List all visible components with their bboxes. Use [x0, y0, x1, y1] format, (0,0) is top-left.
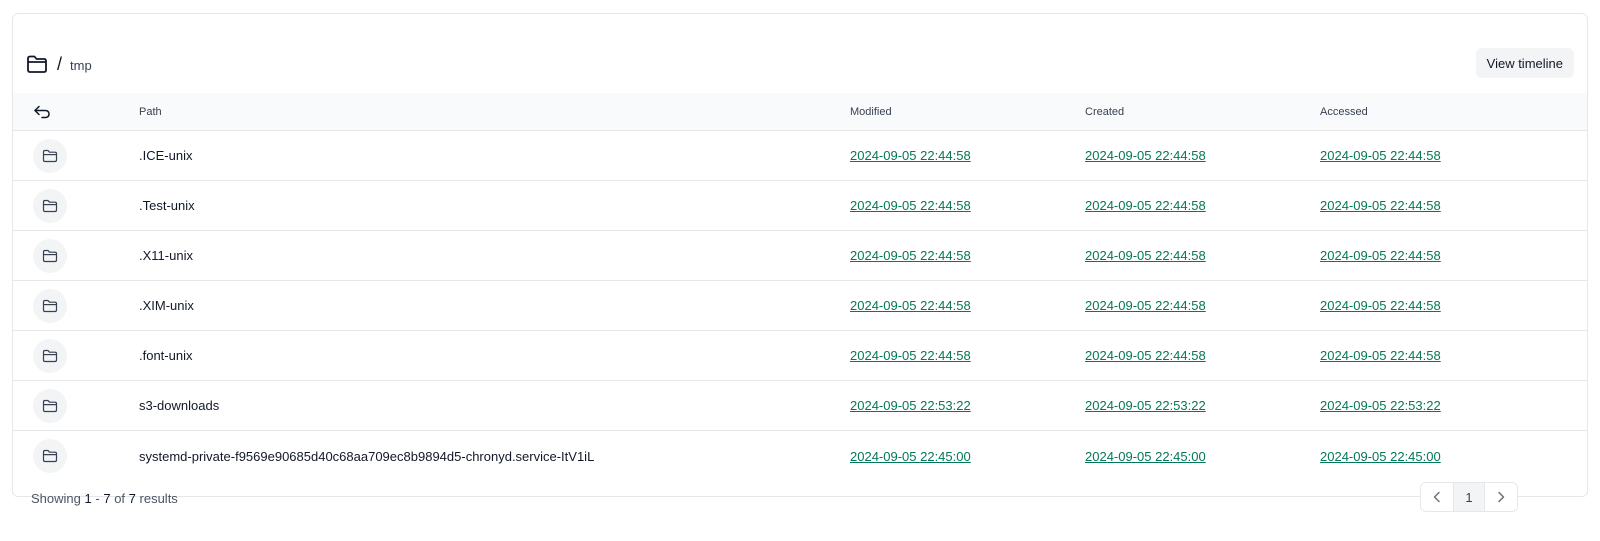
chevron-left-icon: [1433, 491, 1440, 503]
range-start: 1: [84, 491, 92, 506]
view-timeline-button[interactable]: View timeline: [1475, 48, 1574, 78]
file-browser-card: / tmp View timeline Path Modified Create…: [12, 13, 1588, 497]
row-path-link[interactable]: .X11-unix: [139, 248, 193, 263]
back-arrow-icon[interactable]: [33, 105, 51, 119]
row-path-link[interactable]: .ICE-unix: [139, 148, 192, 163]
row-accessed-link[interactable]: 2024-09-05 22:44:58: [1320, 248, 1441, 263]
row-created-link[interactable]: 2024-09-05 22:53:22: [1085, 398, 1206, 413]
breadcrumb: / tmp: [26, 53, 92, 75]
table-row[interactable]: .XIM-unix 2024-09-05 22:44:58 2024-09-05 2…: [13, 281, 1587, 331]
row-icon-cell: [33, 431, 93, 481]
row-modified-link[interactable]: 2024-09-05 22:44:58: [850, 348, 971, 363]
row-icon-cell: [33, 231, 93, 280]
row-modified-link[interactable]: 2024-09-05 22:45:00: [850, 449, 971, 464]
browser-header: / tmp View timeline: [13, 14, 1587, 96]
previous-page-button[interactable]: [1421, 483, 1453, 511]
total-count: 7: [128, 491, 136, 506]
row-icon-cell: [33, 331, 93, 380]
breadcrumb-segment-tmp[interactable]: tmp: [70, 58, 92, 73]
row-icon-cell: [33, 281, 93, 330]
table-row[interactable]: .Test-unix 2024-09-05 22:44:58 2024-09-05 …: [13, 181, 1587, 231]
row-accessed-link[interactable]: 2024-09-05 22:44:58: [1320, 198, 1441, 213]
row-created-link[interactable]: 2024-09-05 22:44:58: [1085, 198, 1206, 213]
column-header-accessed[interactable]: Accessed: [1320, 93, 1368, 130]
folder-icon[interactable]: [33, 439, 67, 473]
row-created-link[interactable]: 2024-09-05 22:44:58: [1085, 298, 1206, 313]
table-row[interactable]: .X11-unix 2024-09-05 22:44:58 2024-09-05 2…: [13, 231, 1587, 281]
page-button-current[interactable]: 1: [1453, 483, 1485, 511]
table-header: Path Modified Created Accessed: [13, 93, 1587, 131]
row-path-link[interactable]: .font-unix: [139, 348, 192, 363]
row-accessed-link[interactable]: 2024-09-05 22:44:58: [1320, 348, 1441, 363]
pagination: 1: [1420, 482, 1518, 512]
table-row[interactable]: s3-downloads 2024-09-05 22:53:22 2024-09-0…: [13, 381, 1587, 431]
row-created-link[interactable]: 2024-09-05 22:44:58: [1085, 148, 1206, 163]
row-path-link[interactable]: s3-downloads: [139, 398, 219, 413]
row-accessed-link[interactable]: 2024-09-05 22:44:58: [1320, 298, 1441, 313]
results-summary: Showing 1 - 7 of 7 results: [31, 491, 178, 506]
row-accessed-link[interactable]: 2024-09-05 22:44:58: [1320, 148, 1441, 163]
table-footer: Showing 1 - 7 of 7 results 1: [0, 482, 1600, 541]
column-header-modified[interactable]: Modified: [850, 93, 892, 130]
back-cell: [33, 93, 93, 130]
row-created-link[interactable]: 2024-09-05 22:44:58: [1085, 248, 1206, 263]
range-end: 7: [103, 491, 111, 506]
folder-icon[interactable]: [33, 188, 67, 223]
next-page-button[interactable]: [1485, 483, 1517, 511]
row-icon-cell: [33, 131, 93, 180]
chevron-right-icon: [1498, 491, 1505, 503]
row-created-link[interactable]: 2024-09-05 22:45:00: [1085, 449, 1206, 464]
table-row[interactable]: .ICE-unix 2024-09-05 22:44:58 2024-09-05 2…: [13, 131, 1587, 181]
showing-label: Showing: [31, 491, 81, 506]
folder-icon[interactable]: [33, 338, 67, 373]
row-created-link[interactable]: 2024-09-05 22:44:58: [1085, 348, 1206, 363]
row-modified-link[interactable]: 2024-09-05 22:53:22: [850, 398, 971, 413]
folder-icon[interactable]: [33, 238, 67, 273]
row-modified-link[interactable]: 2024-09-05 22:44:58: [850, 148, 971, 163]
row-modified-link[interactable]: 2024-09-05 22:44:58: [850, 248, 971, 263]
row-icon-cell: [33, 381, 93, 430]
table-row[interactable]: systemd-private-f9569e90685d40c68aa709ec…: [13, 431, 1587, 481]
table-row[interactable]: .font-unix 2024-09-05 22:44:58 2024-09-05 …: [13, 331, 1587, 381]
row-path-link[interactable]: .XIM-unix: [139, 298, 194, 313]
folder-icon[interactable]: [33, 138, 67, 173]
row-modified-link[interactable]: 2024-09-05 22:44:58: [850, 198, 971, 213]
folder-icon[interactable]: [33, 388, 67, 423]
folder-icon[interactable]: [26, 54, 48, 74]
results-label: results: [139, 491, 178, 506]
column-header-created[interactable]: Created: [1085, 93, 1124, 130]
of-label: of: [114, 491, 126, 506]
folder-icon[interactable]: [33, 288, 67, 323]
breadcrumb-separator: /: [57, 53, 63, 74]
row-accessed-link[interactable]: 2024-09-05 22:45:00: [1320, 449, 1441, 464]
row-path-link[interactable]: systemd-private-f9569e90685d40c68aa709ec…: [139, 449, 594, 464]
column-header-path[interactable]: Path: [139, 93, 162, 130]
row-accessed-link[interactable]: 2024-09-05 22:53:22: [1320, 398, 1441, 413]
row-icon-cell: [33, 181, 93, 230]
range-dash: -: [95, 491, 100, 506]
row-modified-link[interactable]: 2024-09-05 22:44:58: [850, 298, 971, 313]
row-path-link[interactable]: .Test-unix: [139, 198, 195, 213]
